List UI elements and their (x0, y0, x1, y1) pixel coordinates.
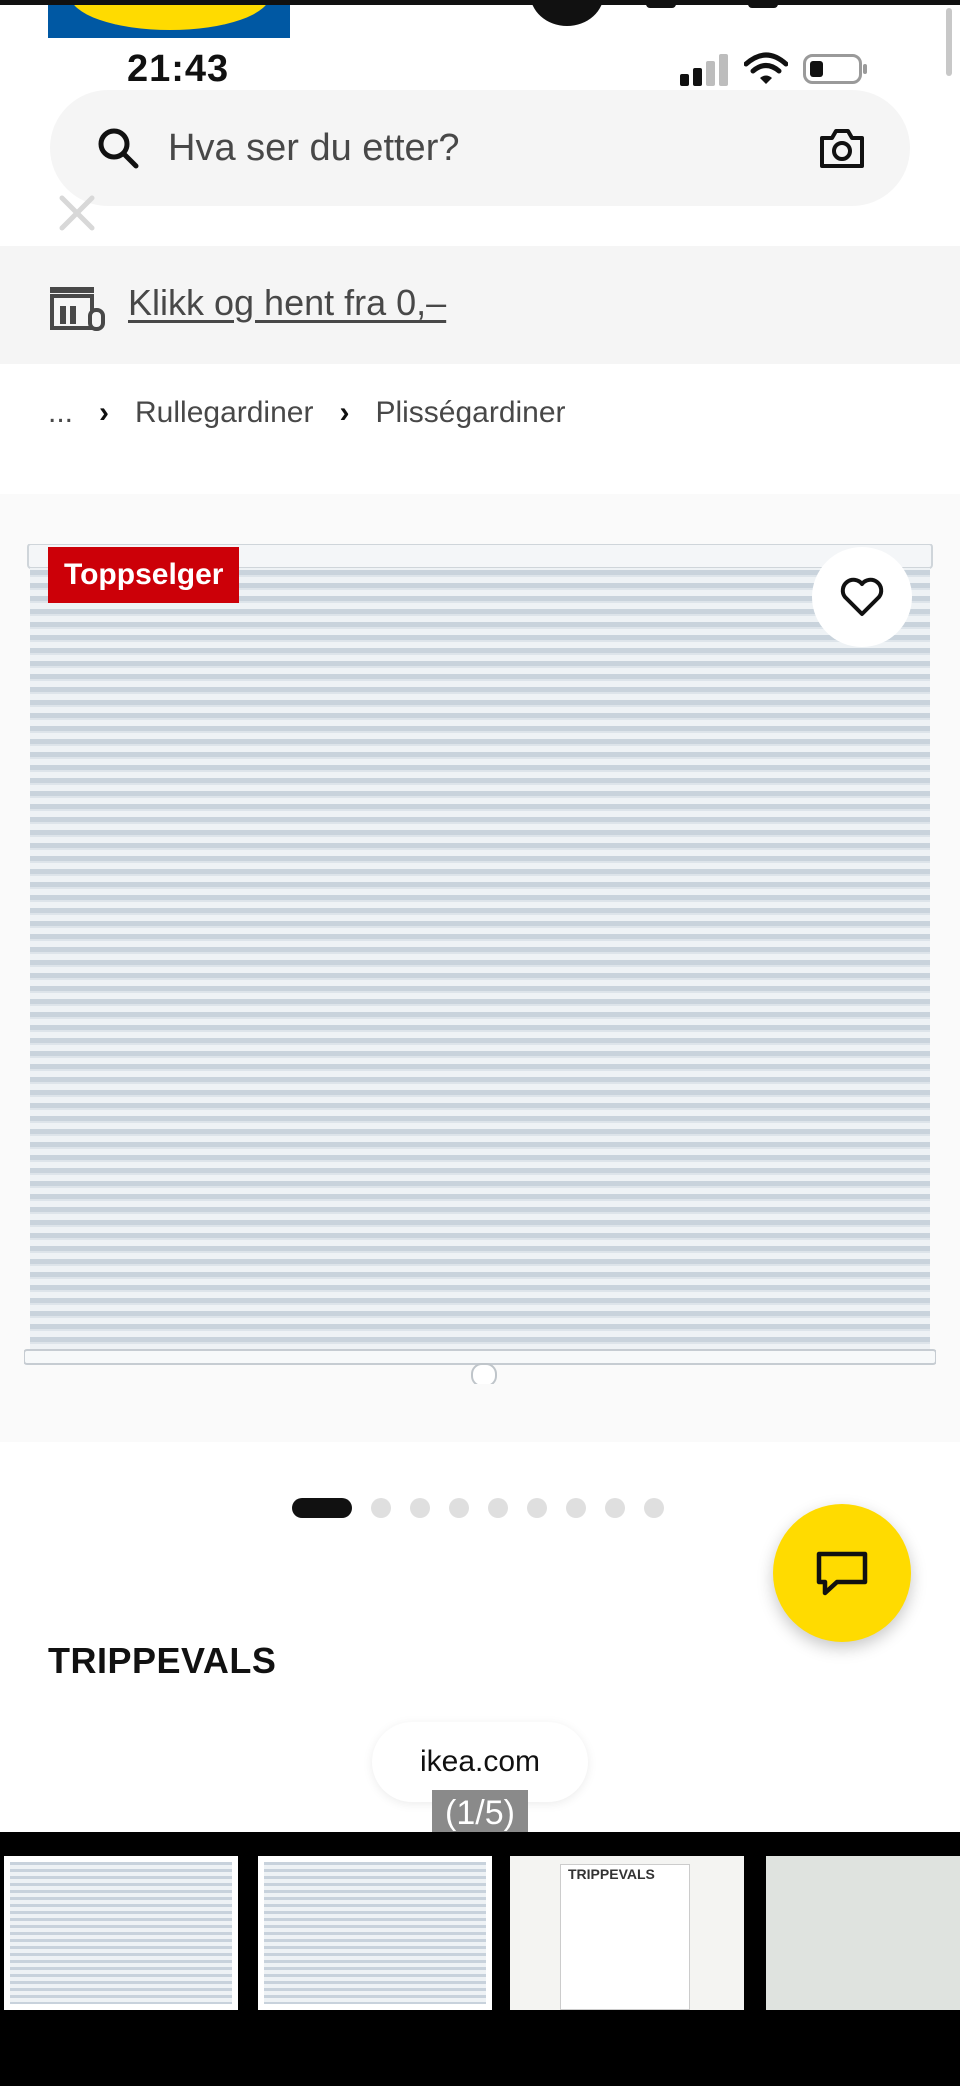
carousel-dot[interactable] (527, 1498, 547, 1518)
breadcrumb-ellipsis[interactable]: ... (48, 396, 73, 430)
top-edge (0, 0, 960, 5)
gallery-thumbnail[interactable] (4, 1856, 238, 2010)
top-icon (646, 0, 676, 8)
favorite-button[interactable] (812, 547, 912, 647)
top-seller-badge: Toppselger (48, 547, 240, 603)
photo-gallery-strip: TRIPPEVALS (0, 1832, 960, 2086)
click-collect-link[interactable]: Klikk og hent fra 0,– (128, 282, 446, 324)
product-name: TRIPPEVALS (48, 1640, 277, 1681)
wifi-icon (744, 52, 788, 84)
carousel-dot[interactable] (566, 1498, 586, 1518)
carousel-dot[interactable] (449, 1498, 469, 1518)
camera-icon[interactable] (818, 126, 866, 170)
store-icon (50, 287, 105, 331)
chevron-right-icon: › (99, 396, 110, 429)
gallery-thumbnail[interactable] (766, 1856, 960, 2010)
carousel-dot[interactable] (644, 1498, 664, 1518)
chat-button[interactable] (773, 1504, 911, 1642)
breadcrumb-item-plissegardiner[interactable]: Plisségardiner (375, 396, 565, 430)
ikea-logo[interactable] (48, 0, 290, 38)
product-image[interactable] (0, 494, 960, 1442)
search-input[interactable]: Hva ser du etter? (168, 127, 459, 170)
carousel-dot[interactable] (605, 1498, 625, 1518)
chevron-right-icon: › (339, 396, 350, 429)
gallery-counter: (1/5) (432, 1790, 528, 1836)
package-label: TRIPPEVALS (568, 1866, 655, 1882)
signal-icon (680, 54, 730, 86)
chat-icon (816, 1551, 868, 1596)
close-icon[interactable] (58, 194, 96, 232)
status-time: 21:43 (127, 48, 230, 90)
carousel-indicator (292, 1498, 683, 1518)
pleated-blind-image (24, 544, 936, 1384)
search-bar[interactable]: Hva ser du etter? (50, 90, 910, 206)
battery-icon (803, 54, 867, 84)
package-image (560, 1864, 690, 2010)
carousel-dot[interactable] (371, 1498, 391, 1518)
scroll-indicator (946, 8, 952, 76)
breadcrumb-item-rullegardiner[interactable]: Rullegardiner (135, 396, 313, 430)
carousel-dot[interactable] (410, 1498, 430, 1518)
carousel-dot[interactable] (292, 1498, 352, 1518)
carousel-dot[interactable] (488, 1498, 508, 1518)
top-icon (748, 0, 778, 8)
click-collect-banner[interactable]: Klikk og hent fra 0,– (0, 246, 960, 364)
breadcrumb: ... › Rullegardiner › Plisségardiner (48, 396, 566, 430)
camera-notch (530, 0, 604, 26)
heart-icon (840, 577, 884, 616)
gallery-thumbnail[interactable]: TRIPPEVALS (510, 1856, 744, 2010)
gallery-thumbnail[interactable] (258, 1856, 492, 2010)
search-icon[interactable] (96, 126, 140, 170)
